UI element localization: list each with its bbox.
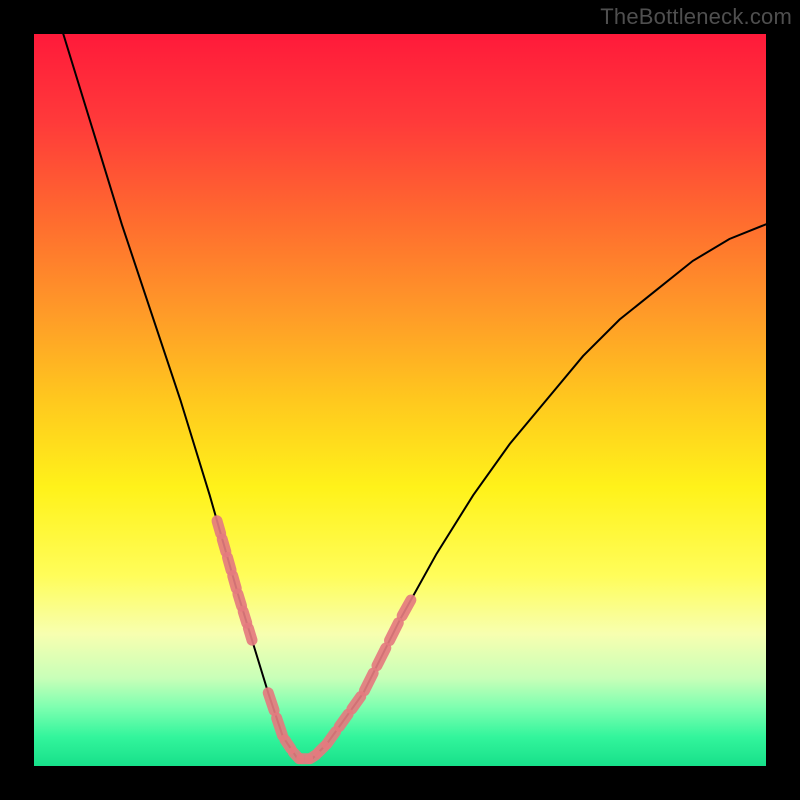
annotation-segment [377, 648, 386, 666]
annotation-segment [339, 714, 348, 726]
annotation-segment [243, 611, 247, 623]
bottleneck-curve [63, 34, 766, 759]
annotation-segment [352, 697, 361, 709]
annotation-segment [327, 732, 336, 744]
chart-svg [34, 34, 766, 766]
annotation-segment [390, 623, 399, 641]
annotation-segment [268, 693, 274, 711]
annotation-segment [248, 628, 252, 640]
annotation-segment [285, 740, 291, 749]
watermark-text: TheBottleneck.com [600, 4, 792, 30]
annotation-segment [228, 557, 232, 570]
annotation-segment [238, 594, 242, 606]
chart-canvas: TheBottleneck.com [0, 0, 800, 800]
annotation-segment [222, 539, 226, 552]
annotation-group [217, 521, 411, 759]
annotation-segment [233, 576, 237, 589]
plot-area [34, 34, 766, 766]
annotation-segment [277, 718, 283, 736]
annotation-segment [364, 673, 373, 691]
annotation-segment [217, 521, 221, 534]
annotation-segment [402, 600, 411, 616]
